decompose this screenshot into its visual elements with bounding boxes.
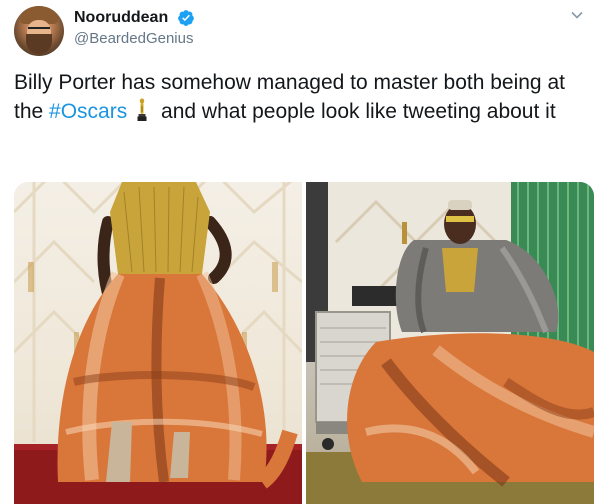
author-display-name[interactable]: Nooruddean bbox=[74, 9, 168, 27]
chevron-down-icon[interactable] bbox=[570, 8, 584, 22]
tweet-media-grid bbox=[14, 182, 594, 504]
author-info[interactable]: Nooruddean @BeardedGenius bbox=[74, 9, 195, 47]
photo-left[interactable] bbox=[14, 182, 302, 504]
tweet-text-part-2: and what people look like tweeting about… bbox=[155, 100, 556, 123]
hashtag-oscars-link[interactable]: #Oscars bbox=[49, 100, 127, 123]
oscars-gown-photo bbox=[14, 182, 302, 504]
author-handle[interactable]: @BeardedGenius bbox=[74, 30, 195, 47]
author-avatar[interactable] bbox=[14, 6, 64, 56]
oscar-trophy-icon bbox=[137, 98, 147, 121]
photo-right[interactable] bbox=[306, 182, 594, 504]
tweet-text: Billy Porter has somehow managed to mast… bbox=[14, 68, 574, 126]
verified-badge-icon bbox=[177, 10, 194, 26]
tweet-header: Nooruddean @BeardedGenius bbox=[14, 6, 600, 62]
seated-blanket-photo bbox=[306, 182, 594, 504]
